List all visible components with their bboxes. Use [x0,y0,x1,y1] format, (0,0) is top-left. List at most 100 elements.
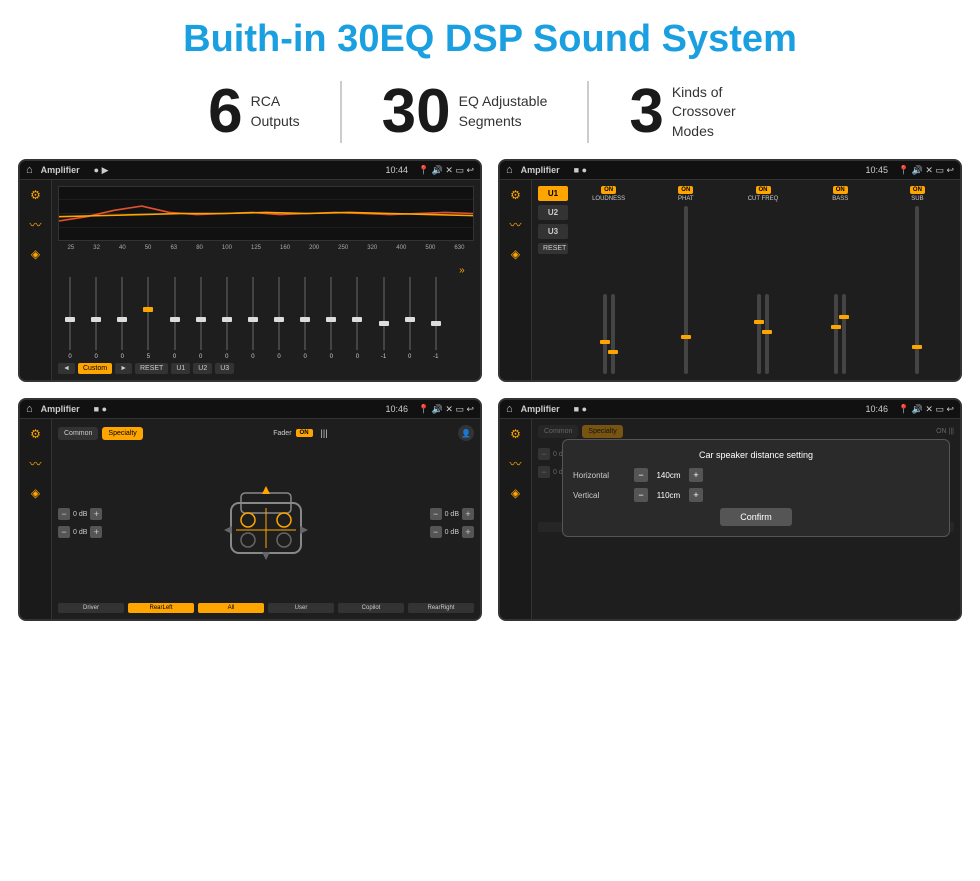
fader-app-name: Amplifier [41,404,80,414]
fader-driver-btn[interactable]: Driver [58,603,124,613]
amp-sidebar-icon3[interactable]: ◈ [511,247,520,261]
home-icon[interactable]: ⌂ [26,164,33,176]
eq-left-sidebar: ⚙ 〰 ◈ [20,180,52,380]
fader-db3-plus[interactable]: + [462,508,474,520]
dialog-sidebar-icon1[interactable]: ⚙ [510,427,521,441]
eq-sidebar-icon3[interactable]: ◈ [31,247,40,261]
amp-cutfreq-slider1[interactable] [757,294,761,374]
eq-slider-6[interactable]: 0 [215,275,239,360]
amp-sub-on[interactable]: ON [910,186,925,194]
dialog-overlay: Common Specialty ON ||| −0 dB+ −0 dB+ [532,419,960,619]
eq-slider-5[interactable]: 0 [189,275,213,360]
dialog-horizontal-plus[interactable]: + [689,468,703,482]
amp-phat-on[interactable]: ON [678,186,693,194]
fader-all-btn[interactable]: All [198,603,264,613]
fader-body: − 0 dB + − 0 dB + [58,447,474,599]
dialog-vertical-minus[interactable]: − [634,488,648,502]
amp-loudness-slider[interactable] [603,294,607,374]
eq-next-btn[interactable]: ► [115,363,132,374]
eq-u3-btn[interactable]: U3 [215,363,234,374]
fader-db2-minus[interactable]: − [58,526,70,538]
fader-dots: ■ ● [94,404,107,414]
confirm-button[interactable]: Confirm [720,508,792,526]
fader-db1-plus[interactable]: + [90,508,102,520]
amp-screen-card: ⌂ Amplifier ■ ● 10:45 📍 🔊 ✕ ▭ ↩ ⚙ 〰 ◈ U1… [498,159,962,382]
fader-db3-value: 0 dB [445,511,459,518]
eq-custom-btn[interactable]: Custom [78,363,112,374]
amp-sidebar-icon2[interactable]: 〰 [509,216,521,233]
eq-u1-btn[interactable]: U1 [171,363,190,374]
eq-reset-btn[interactable]: RESET [135,363,168,374]
fader-sidebar-icon2[interactable]: 〰 [29,455,41,472]
eq-sidebar-icon2[interactable]: 〰 [29,216,41,233]
eq-slider-8[interactable]: 0 [267,275,291,360]
amp-cutfreq-slider2[interactable] [765,294,769,374]
eq-slider-1[interactable]: 0 [84,275,108,360]
amp-bass-slider2[interactable] [842,294,846,374]
fader-sidebar-icon1[interactable]: ⚙ [30,427,41,441]
eq-slider-10[interactable]: 0 [319,275,343,360]
amp-cutfreq-label: CUT FREQ [748,196,779,202]
amp-sidebar-icon1[interactable]: ⚙ [510,188,521,202]
eq-slider-12[interactable]: -1 [372,275,396,360]
fader-specialty-tab[interactable]: Specialty [102,427,142,440]
amp-home-icon[interactable]: ⌂ [506,164,513,176]
eq-slider-9[interactable]: 0 [293,275,317,360]
dialog-app-name: Amplifier [521,404,560,414]
dialog-vertical-plus[interactable]: + [689,488,703,502]
dialog-time: 10:46 [865,404,888,414]
amp-preset-u3[interactable]: U3 [538,224,568,239]
eq-app-name: Amplifier [41,165,80,175]
dialog-home-icon[interactable]: ⌂ [506,403,513,415]
dialog-horizontal-minus[interactable]: − [634,468,648,482]
eq-dots: ● ▶ [94,165,109,176]
eq-slider-3[interactable]: 5 [136,275,160,360]
fader-on-badge[interactable]: ON [296,429,313,437]
amp-bass-on[interactable]: ON [833,186,848,194]
fader-db1-minus[interactable]: − [58,508,70,520]
fader-user-btn[interactable]: User [268,603,334,613]
stat-label-rca: RCAOutputs [251,92,300,131]
amp-left-sidebar: ⚙ 〰 ◈ [500,180,532,380]
dialog-sidebar-icon2[interactable]: 〰 [509,455,521,472]
amp-phat-slider[interactable] [684,206,688,374]
amp-loudness-on[interactable]: ON [601,186,616,194]
fader-screen-content: ⚙ 〰 ◈ Common Specialty Fader ON ||| 👤 [20,419,480,619]
amp-sub-slider[interactable] [915,206,919,374]
dialog-horizontal-ctrl: − 140cm + [634,468,703,482]
amp-loudness-slider2[interactable] [611,294,615,374]
amp-reset-btn[interactable]: RESET [538,243,568,254]
fader-rearright-btn[interactable]: RearRight [408,603,474,613]
fader-home-icon[interactable]: ⌂ [26,403,33,415]
amp-preset-u1[interactable]: U1 [538,186,568,201]
fader-bottom-bar: Driver RearLeft All User Copilot RearRig… [58,603,474,613]
amp-preset-u2[interactable]: U2 [538,205,568,220]
fader-rearleft-btn[interactable]: RearLeft [128,603,194,613]
eq-slider-13[interactable]: 0 [398,275,422,360]
fader-db2-plus[interactable]: + [90,526,102,538]
fader-db1-value: 0 dB [73,511,87,518]
eq-prev-btn[interactable]: ◄ [58,363,75,374]
eq-slider-2[interactable]: 0 [110,275,134,360]
eq-slider-14[interactable]: -1 [424,275,448,360]
eq-slider-0[interactable]: 0 [58,275,82,360]
amp-bass-slider1[interactable] [834,294,838,374]
eq-u2-btn[interactable]: U2 [193,363,212,374]
eq-slider-11[interactable]: 0 [345,275,369,360]
eq-slider-4[interactable]: 0 [163,275,187,360]
eq-more-icon[interactable]: » [450,265,474,350]
fader-db4-minus[interactable]: − [430,526,442,538]
dialog-sidebar-icon3[interactable]: ◈ [511,486,520,500]
fader-db4-plus[interactable]: + [462,526,474,538]
eq-slider-7[interactable]: 0 [241,275,265,360]
eq-sidebar-icon1[interactable]: ⚙ [30,188,41,202]
amp-cutfreq-on[interactable]: ON [756,186,771,194]
fader-copilot-btn[interactable]: Copilot [338,603,404,613]
fader-db3-minus[interactable]: − [430,508,442,520]
stat-eq: 30 EQ AdjustableSegments [342,81,590,143]
stat-label-eq: EQ AdjustableSegments [459,92,548,131]
fader-sidebar-icon3[interactable]: ◈ [31,486,40,500]
stats-row: 6 RCAOutputs 30 EQ AdjustableSegments 3 … [0,71,980,159]
fader-time: 10:46 [385,404,408,414]
fader-common-tab[interactable]: Common [58,427,98,440]
